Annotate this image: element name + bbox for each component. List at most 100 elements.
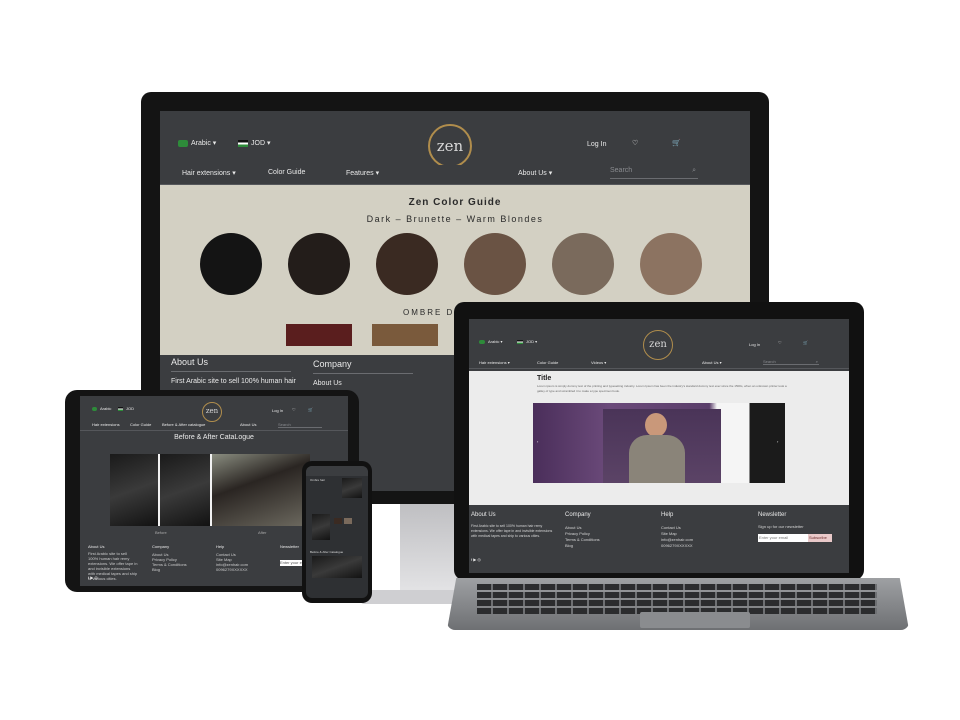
nav-about-us[interactable]: About Us ▾ [702, 360, 722, 365]
cart-icon[interactable]: 🛒 [308, 407, 313, 412]
footer-about-title: About Us [171, 357, 209, 367]
hair-color-swatch-6[interactable] [640, 233, 702, 295]
footer-about-link[interactable]: About Us [313, 380, 342, 387]
footer-phone[interactable]: 0096279XXXXXX [216, 567, 248, 572]
search-icon[interactable]: ⌕ [816, 359, 818, 364]
presenter-face [645, 413, 667, 437]
footer-link-contact[interactable]: Contact Us [661, 525, 681, 530]
ombre-swatch-1[interactable] [286, 324, 352, 346]
subscribe-button[interactable]: Subscribe [808, 534, 832, 542]
social-icons[interactable]: f ▶ ◎ [471, 557, 481, 562]
nav-hair-extensions[interactable]: Hair extensions [92, 422, 120, 427]
tablet-search-input[interactable]: Search [278, 422, 322, 428]
laptop-language-selector[interactable]: Arabic ▾ [479, 339, 502, 344]
tablet-nav-bar: Hair extensions Color Guide Before & Aft… [80, 422, 348, 431]
tablet-zen-logo[interactable]: zen [202, 402, 222, 422]
heart-icon[interactable]: ♡ [292, 407, 296, 412]
footer-about-text: First Arabic site to sell 100% human hai… [171, 378, 296, 385]
nav-about-us[interactable]: About Us ▾ [518, 169, 552, 177]
tablet-section-title: Before & After CataLogue [174, 434, 254, 441]
device-mockup-scene: Arabic ▾ JOD ▾ zen Log In ♡ 🛒 Hair exten… [0, 0, 960, 720]
video-frame[interactable] [603, 409, 721, 483]
nav-hair-extensions[interactable]: Hair extensions ▾ [479, 360, 510, 365]
desktop-header: Arabic ▾ JOD ▾ zen Log In ♡ 🛒 [160, 111, 750, 173]
carousel-prev-icon[interactable]: ‹ [537, 439, 538, 444]
cart-icon[interactable]: 🛒 [803, 340, 808, 345]
color-guide-title: Zen Color Guide [408, 197, 502, 208]
jordan-flag-icon [118, 406, 123, 411]
before-after-photo-2[interactable] [212, 454, 310, 526]
desktop-currency-selector[interactable]: JOD ▾ [238, 139, 270, 147]
phone-label-catalogue: Before & After Catalogue [310, 550, 344, 554]
before-caption: Before [155, 530, 167, 535]
tablet-login-link[interactable]: Log In [272, 408, 283, 413]
ombre-swatch-2[interactable] [372, 324, 438, 346]
after-photo-1[interactable] [160, 454, 210, 526]
laptop-body-text: Lorem ipsum is simply dummy text of the … [537, 384, 787, 393]
tablet-language-selector[interactable]: Arabic [92, 406, 111, 411]
phone-swatch-1[interactable] [334, 518, 342, 524]
laptop-zen-logo[interactable]: zen [643, 330, 673, 360]
footer-about-text: First Arabic site to sell 100% human hai… [471, 524, 553, 538]
footer-phone[interactable]: 0096279XXXXXX [661, 543, 693, 548]
currency-label: JOD [251, 140, 265, 147]
footer-link-privacy[interactable]: Privacy Policy [565, 531, 590, 536]
footer-newsletter-title: Newsletter [758, 512, 787, 518]
before-photo-1[interactable] [110, 454, 158, 526]
carousel-next-icon[interactable]: › [777, 439, 778, 444]
search-icon[interactable]: ⌕ [692, 167, 696, 175]
nav-about-us[interactable]: About Us [240, 422, 256, 427]
phone-swatch-2[interactable] [344, 518, 352, 524]
phone-label-ombre: Ombre hair [310, 478, 326, 482]
laptop-nav-bar: Hair extensions ▾ Color Guide Videos ▾ A… [469, 359, 849, 369]
laptop-keyboard [477, 584, 877, 614]
heart-icon[interactable]: ♡ [778, 340, 782, 345]
nav-color-guide[interactable]: Color Guide [268, 169, 305, 176]
laptop-search-input[interactable]: Search ⌕ [763, 359, 819, 365]
nav-color-guide[interactable]: Color Guide [537, 360, 558, 365]
nav-videos[interactable]: Videos ▾ [591, 360, 606, 365]
footer-link-sitemap[interactable]: Site Map [661, 531, 677, 536]
footer-link-blog[interactable]: Blog [152, 567, 160, 572]
footer-link-terms[interactable]: Terms & Conditions [565, 537, 600, 542]
nav-hair-extensions[interactable]: Hair extensions ▾ [182, 169, 236, 177]
nav-color-guide[interactable]: Color Guide [130, 422, 151, 427]
hair-color-swatch-4[interactable] [464, 233, 526, 295]
hair-color-swatch-2[interactable] [288, 233, 350, 295]
footer-help-title: Help [661, 512, 674, 518]
footer-company-title: Company [152, 544, 170, 549]
laptop-footer: About Us First Arabic site to sell 100% … [469, 507, 849, 573]
hair-color-swatch-3[interactable] [376, 233, 438, 295]
nav-before-after[interactable]: Before & After catalogue [162, 422, 205, 427]
cart-icon[interactable]: 🛒 [672, 139, 681, 147]
laptop-page-title: Title [537, 375, 552, 382]
language-label: Arabic [191, 140, 211, 147]
heart-icon[interactable]: ♡ [632, 139, 638, 147]
before-after-gallery [110, 454, 310, 526]
laptop-currency-selector[interactable]: JOD ▾ [517, 339, 537, 344]
footer-help-title: Help [216, 544, 225, 549]
footer-link-blog[interactable]: Blog [565, 543, 573, 548]
nav-features[interactable]: Features ▾ [346, 169, 379, 177]
laptop-login-link[interactable]: Log In [749, 342, 760, 347]
video-carousel[interactable]: ‹ › [533, 403, 785, 483]
desktop-language-selector[interactable]: Arabic ▾ [178, 139, 216, 147]
zen-logo[interactable]: zen [428, 124, 472, 168]
footer-email[interactable]: info@zenhair.com [661, 537, 693, 542]
tablet-currency-selector[interactable]: JOD [118, 406, 134, 411]
desktop-login-link[interactable]: Log In [587, 141, 606, 148]
ombre-label: OMBRE D [403, 308, 455, 317]
laptop-trackpad[interactable] [640, 612, 750, 628]
social-icons[interactable]: f ▶ ◎ [88, 575, 98, 580]
desktop-search-input[interactable]: Search ⌕ [610, 167, 698, 179]
phone-hero-photo[interactable] [342, 478, 362, 498]
footer-about-title: About Us [471, 512, 496, 518]
hair-color-swatch-5[interactable] [552, 233, 614, 295]
phone-before-after-photo[interactable] [312, 556, 362, 578]
newsletter-email-input[interactable]: Enter your email [758, 534, 808, 542]
footer-company-title: Company [313, 359, 352, 369]
arabic-flag-icon [479, 339, 485, 344]
hair-color-swatch-1[interactable] [200, 233, 262, 295]
phone-hair-photo[interactable] [312, 514, 330, 540]
footer-link-about[interactable]: About Us [565, 525, 581, 530]
